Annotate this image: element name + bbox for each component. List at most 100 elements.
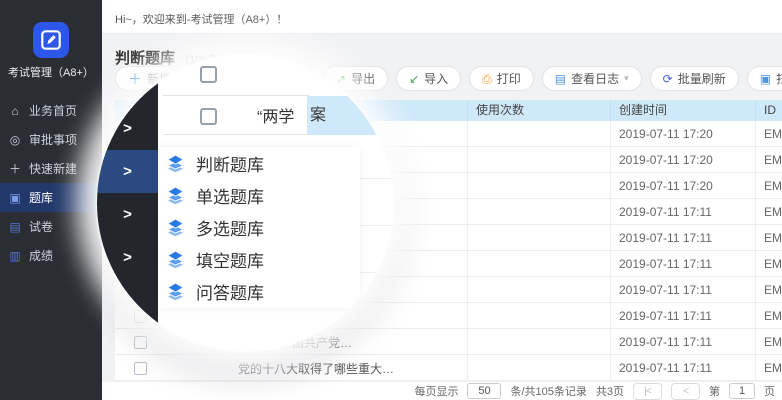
lens-menu-item[interactable]: 判断题库 [158,147,360,179]
cell-created: 2019-07-11 17:11 [610,329,755,355]
cell-usage [467,173,610,199]
sidebar-item[interactable]: ⌂ 业务首页 [0,96,102,125]
sidebar-item-label: 题库 [29,189,53,206]
cell-id: EM-E [755,173,782,199]
chevron-right-icon[interactable]: > [97,150,158,193]
chevron-right-icon[interactable]: > [97,193,158,236]
lens-menu-item-label: 多选题库 [196,215,264,240]
toolbar-button-icon: ↙ [409,73,419,85]
header-created: 创建时间 [610,100,755,121]
first-page-button[interactable]: |< [633,383,662,400]
cell-created: 2019-07-11 17:11 [610,355,755,381]
cell-id: EM-E [755,121,782,147]
cell-created: 2019-07-11 17:11 [610,303,755,329]
chevron-right-icon[interactable]: > [97,236,158,279]
layers-icon [166,218,185,237]
cell-id: EM-E [755,199,782,225]
sidebar-item-icon: ⌂ [8,105,22,117]
sidebar-item-label: 审批事项 [29,131,77,148]
divider [163,95,309,96]
toolbar-button-label: 批量刷新 [678,70,726,87]
toolbar-button[interactable]: ↙ 导入 [396,66,461,91]
toolbar-button-icon: ▣ [760,73,771,85]
lens-menu-item[interactable]: 多选题库 [158,211,360,243]
cell-usage [467,251,610,277]
toolbar-button-label: 打印 [497,70,521,87]
sidebar-item[interactable]: ◎ 审批事项 [0,125,102,154]
sidebar: 考试管理（A8+） ⌂ 业务首页 ◎ 审批事项 ＋ 快速新建 [0,0,102,400]
cell-usage [467,277,610,303]
layers-icon [166,282,185,301]
cell-usage [467,147,610,173]
toolbar-button-label: 导出 [351,70,375,87]
page-number-input[interactable] [729,383,755,399]
cell-created: 2019-07-11 17:20 [610,121,755,147]
sidebar-item[interactable]: ＋ 快速新建 [0,154,102,183]
sidebar-item[interactable]: ▤ 试卷 [0,212,102,241]
pagination-bar: 每页显示 条/共105条记录 共3页 |< < 第 页 [102,382,782,400]
header-usage: 使用次数 [467,100,610,121]
sidebar-item-icon: ▣ [8,192,22,204]
toolbar-group: ↗ 导出 ↙ 导入 ⎙ 打印 [323,66,782,91]
toolbar-button-label: 扫一扫 [776,70,782,87]
sidebar-item-label: 试卷 [29,218,53,235]
cell-id: EM-E [755,303,782,329]
sidebar-item-icon: ◎ [8,134,22,146]
cell-id: EM-E [755,251,782,277]
lens-menu-item-label: 问答题库 [196,279,264,304]
lens-sidebar-strip: > > > > [97,83,158,351]
greeting-text: Hi~，欢迎来到-考试管理（A8+）！ [115,11,287,27]
toolbar-button-icon: ⎙ [482,73,492,85]
per-page-input[interactable] [467,383,501,399]
prev-page-button[interactable]: < [671,383,700,400]
sidebar-item[interactable]: ▣ 题库 [0,183,102,212]
toolbar-button[interactable]: ⎙ 打印 [469,66,534,91]
lens-menu-item[interactable]: 填空题库 [158,244,360,276]
cell-question: 党的十八大取得了哪些重大… [165,360,467,377]
layers-icon [166,250,185,269]
magnified-checkbox[interactable] [200,66,217,83]
lens-menu-item[interactable]: 问答题库 [158,276,360,308]
lens-menu-item[interactable]: 单选题库 [158,179,360,211]
cell-id: EM-E [755,225,782,251]
magnifier-lens: 案 “两学 > > > > [97,55,393,351]
table-row: 党的十八大取得了哪些重大… 2019-07-11 17:11 EM-E [115,355,782,381]
jump-label-post: 页 [764,383,775,399]
cell-id: EM-E [755,355,782,381]
divider [163,134,309,135]
cell-created: 2019-07-11 17:11 [610,277,755,303]
pages-label: 共3页 [596,383,624,399]
app-name: 考试管理（A8+） [0,64,102,80]
sidebar-item-label: 业务首页 [29,102,77,119]
cell-usage [467,121,610,147]
toolbar-button[interactable]: ⟳ 批量刷新 [650,66,739,91]
cell-created: 2019-07-11 17:20 [610,147,755,173]
chevron-down-icon: ▾ [624,73,629,84]
lens-menu-item-label: 判断题库 [196,151,264,176]
toolbar-button[interactable]: ▣ 扫一扫 [747,66,782,91]
toolbar-button-icon: ▤ [555,73,566,85]
sidebar-item-icon: ▤ [8,221,22,233]
sidebar-item[interactable]: ▥ 成绩 [0,241,102,270]
toolbar-button-label: 查看日志 [571,70,619,87]
magnified-checkbox[interactable] [200,108,217,125]
toolbar-button[interactable]: ▤ 查看日志 ▾ [542,66,642,91]
sidebar-item-icon: ＋ [8,163,22,175]
cell-created: 2019-07-11 17:11 [610,199,755,225]
chevron-right-icon[interactable]: > [97,107,158,150]
pencil-icon [40,29,62,51]
cell-id: EM-E [755,277,782,303]
lens-menu-item-label: 填空题库 [196,247,264,272]
cell-id: EM-E [755,329,782,355]
cell-created: 2019-07-11 17:11 [610,251,755,277]
magnified-question-fragment: “两学 [257,103,294,127]
row-checkbox[interactable] [134,362,147,375]
cell-usage [467,329,610,355]
page-title: 判断题库 [115,50,175,67]
cell-usage [467,225,610,251]
cell-usage [467,355,610,381]
toolbar-button-icon: ⟳ [663,73,673,85]
sidebar-item-icon: ▥ [8,250,22,262]
layers-icon [166,154,185,173]
sidebar-item-label: 快速新建 [29,160,77,177]
